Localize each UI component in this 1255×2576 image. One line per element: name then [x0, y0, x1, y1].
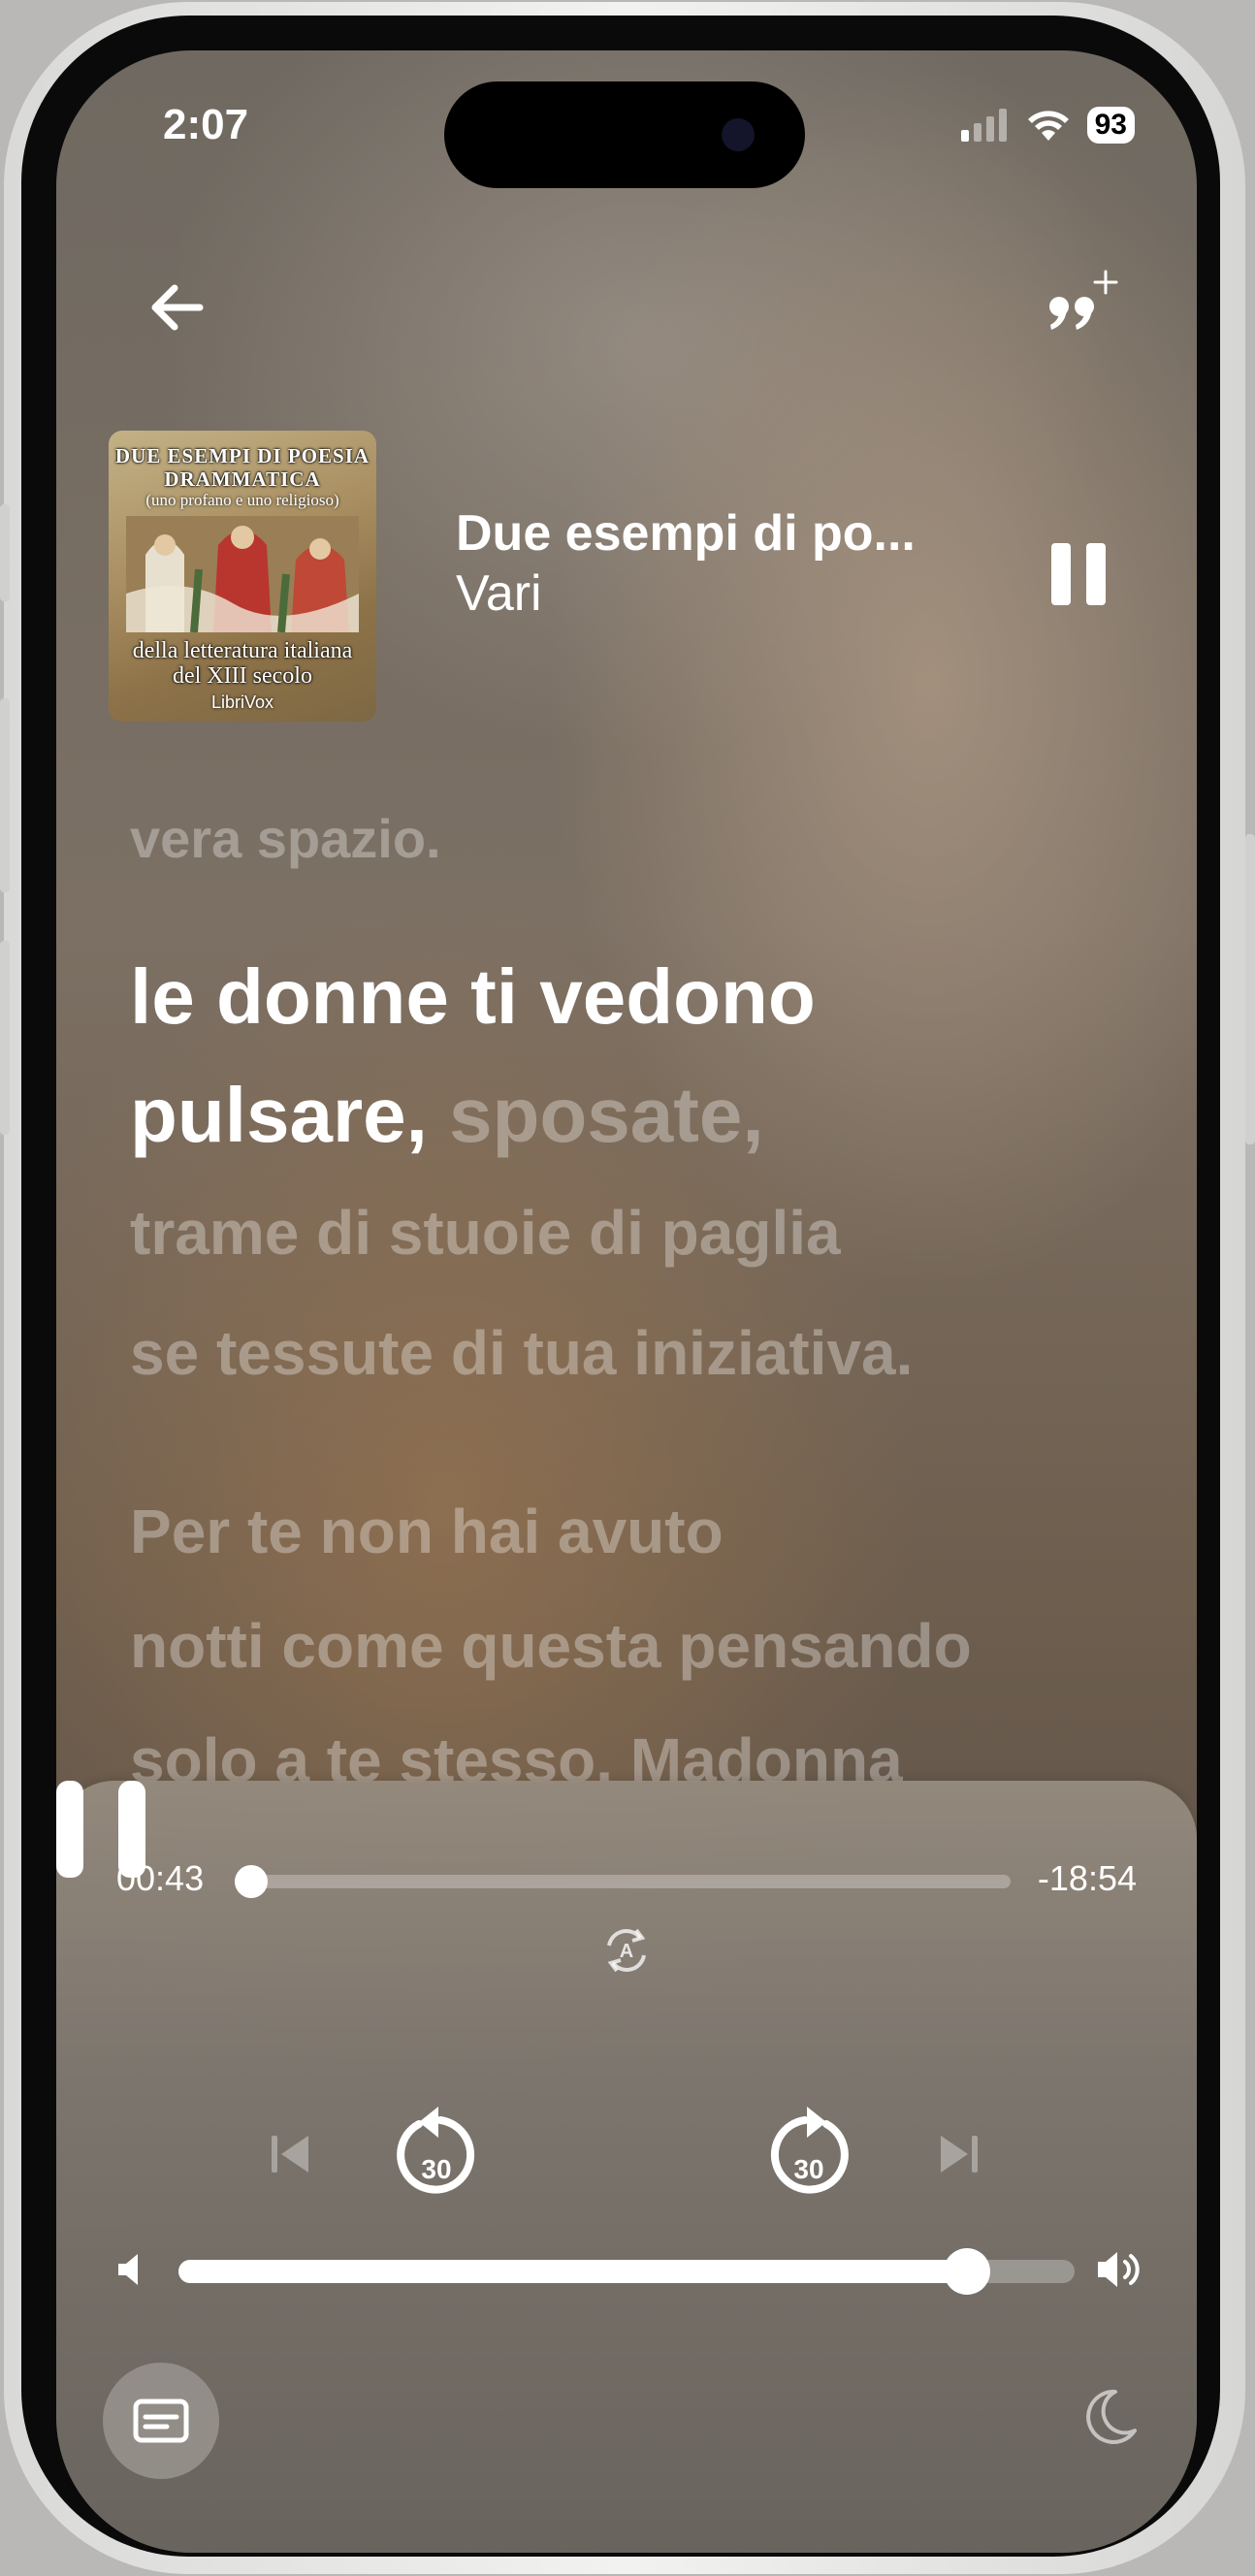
cover-caption-line: del XIII secolo — [173, 663, 312, 689]
volume-thumb[interactable] — [944, 2248, 991, 2295]
battery-indicator: 93 — [1086, 107, 1135, 144]
transcript-line-active[interactable]: pulsare, sposate, — [130, 1071, 764, 1160]
autoplay-button[interactable]: A — [599, 1916, 654, 1984]
transcript-line[interactable]: se tessute di tua iniziativa. — [130, 1317, 913, 1389]
cover-caption-line: della letteratura italiana — [132, 638, 353, 663]
side-button — [0, 504, 10, 601]
skip-previous-icon — [272, 2136, 308, 2173]
transcript-line[interactable]: notti come questa pensando — [130, 1610, 972, 1682]
status-time: 2:07 — [163, 101, 249, 148]
side-button — [1245, 834, 1255, 1144]
wifi-icon — [1027, 111, 1069, 141]
cover-caption: della letteratura italiana del XIII seco… — [109, 638, 376, 689]
subtitles-icon — [133, 2399, 189, 2443]
transcript-line[interactable]: Per te non hai avuto — [130, 1496, 724, 1567]
active-word: pulsare, — [130, 1072, 428, 1158]
forward-30-icon: 30 — [770, 2107, 849, 2194]
arrow-left-icon — [151, 284, 204, 331]
app-screen: 2:07 93 DUE ESEMPI DI POESIA DRAMMATICA … — [56, 50, 1197, 2553]
autoplay-label: A — [620, 1941, 633, 1962]
add-quote-button[interactable] — [1038, 264, 1125, 351]
back-button[interactable] — [144, 274, 211, 341]
next-chapter-button[interactable] — [935, 2130, 983, 2178]
cover-title: DUE ESEMPI DI POESIA DRAMMATICA — [114, 444, 370, 491]
volume-slider[interactable] — [178, 2248, 1075, 2295]
quote-plus-icon — [1049, 270, 1118, 330]
cover-logo: LibriVox — [210, 692, 274, 712]
transcript-toggle-button[interactable] — [103, 2363, 219, 2479]
skip-next-icon — [941, 2136, 978, 2173]
sleep-timer-button[interactable] — [1080, 2386, 1139, 2448]
book-cover[interactable]: DUE ESEMPI DI POESIA DRAMMATICA (uno pro… — [109, 431, 376, 722]
volume-high-icon — [1098, 2252, 1140, 2287]
status-icons: 93 — [960, 107, 1135, 144]
header-pause-button[interactable] — [1051, 543, 1106, 605]
cellular-signal-icon — [960, 109, 1007, 142]
autoplay-icon: A — [607, 1928, 646, 1973]
track-title[interactable]: Due esempi di po... — [456, 504, 916, 563]
rewind-seconds: 30 — [421, 2154, 451, 2184]
dynamic-island — [444, 81, 805, 188]
moon-icon — [1086, 2389, 1137, 2444]
progress-slider[interactable] — [235, 1865, 1011, 1898]
side-button — [0, 698, 10, 892]
cover-illustration — [126, 516, 359, 632]
transcript-line[interactable]: vera spazio. — [130, 807, 441, 870]
rewind-30-button[interactable]: 30 — [392, 2103, 481, 2204]
transcript-line[interactable]: trame di stuoie di paglia — [130, 1197, 841, 1269]
transcript-line-active[interactable]: le donne ti vedono — [130, 952, 816, 1042]
remaining-time: -18:54 — [1037, 1858, 1137, 1898]
pending-word: sposate, — [449, 1072, 764, 1158]
forward-30-button[interactable]: 30 — [764, 2103, 853, 2204]
progress-thumb[interactable] — [235, 1865, 268, 1898]
volume-low-icon — [118, 2254, 138, 2285]
play-pause-button[interactable] — [56, 1781, 145, 1878]
player-panel: 00:43 -18:54 A 30 30 — [56, 1781, 1197, 2553]
side-button — [0, 941, 10, 1135]
cover-subtitle: (uno profano e uno religioso) — [145, 491, 339, 509]
track-author[interactable]: Vari — [456, 564, 542, 623]
rewind-30-icon: 30 — [397, 2107, 475, 2194]
previous-chapter-button[interactable] — [266, 2130, 314, 2178]
forward-seconds: 30 — [793, 2154, 823, 2184]
volume-fill — [178, 2260, 968, 2283]
